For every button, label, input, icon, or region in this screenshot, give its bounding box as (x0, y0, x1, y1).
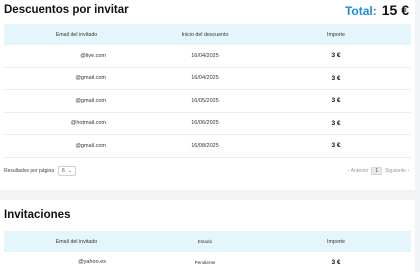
invitations-title: Invitaciones (4, 209, 71, 221)
row-amount: 3 € (331, 142, 341, 150)
invitations-table-header: Email del invitado Estado Importe (4, 231, 411, 252)
pagination: ‹ Anterior 1 Siguiente › (348, 167, 409, 175)
row-amount: 3 € (331, 52, 341, 60)
row-email: @yahoo.es (78, 259, 106, 265)
per-page-value: 6 (62, 168, 65, 174)
total-value: 15 € (381, 2, 409, 18)
row-date: 16/04/2025 (191, 75, 219, 82)
total-label: Total: (344, 4, 377, 18)
per-page-select[interactable]: 6 ⌄ (58, 166, 77, 176)
column-header-amount: Importe (327, 238, 345, 245)
row-amount: 3 € (331, 74, 341, 82)
per-page-control: Resultados por página 6 ⌄ (4, 166, 77, 176)
column-header-status: Estado (197, 239, 213, 244)
table-footer: Resultados por página 6 ⌄ ‹ Anterior 1 S… (4, 165, 409, 177)
row-date: 16/04/2025 (191, 52, 219, 59)
row-date: 16/08/2025 (191, 142, 219, 149)
table-row: @gmail.com 16/08/2025 3 € (4, 135, 411, 158)
pending-discounts-card: Descuentos por invitar Total: 15 € Email… (0, 0, 415, 190)
pending-table-body: @live.com 16/04/2025 3 € @gmail.com 16/0… (4, 45, 411, 158)
column-header-amount: Importe (327, 31, 345, 38)
row-email: @hotmail.com (70, 120, 106, 127)
invitations-card: Invitaciones Email del invitado Estado I… (0, 200, 415, 272)
row-email: @live.com (80, 52, 106, 59)
row-date: 16/06/2025 (191, 120, 219, 127)
row-amount: 3 € (331, 258, 341, 266)
table-row: @live.com 16/04/2025 3 € (4, 45, 411, 68)
page-number-button[interactable]: 1 (371, 167, 383, 175)
row-date: 16/05/2025 (191, 97, 219, 104)
invitations-table-body: @yahoo.es Pendiente 3 € (4, 252, 411, 272)
row-email: @gmail.com (75, 142, 106, 149)
chevron-down-icon: ⌄ (67, 168, 73, 174)
row-amount: 3 € (331, 97, 341, 105)
previous-page-button[interactable]: ‹ Anterior (348, 168, 368, 174)
column-header-start-date: Inicio del descuento (181, 31, 229, 38)
pending-table-header: Email del invitado Inicio del descuento … (4, 24, 411, 45)
per-page-label: Resultados por página (4, 168, 55, 174)
row-amount: 3 € (331, 119, 341, 127)
table-row: @hotmail.com 16/06/2025 3 € (4, 113, 411, 135)
total-summary: Total: 15 € (345, 2, 409, 18)
table-row: @gmail.com 16/05/2025 3 € (4, 90, 411, 113)
table-row: @yahoo.es Pendiente 3 € (4, 252, 411, 272)
column-header-email: Email del invitado (55, 31, 98, 38)
column-header-email: Email del invitado (55, 238, 98, 245)
pending-discounts-title: Descuentos por invitar (4, 4, 129, 16)
row-status: Pendiente (194, 259, 216, 265)
row-email: @gmail.com (75, 75, 106, 82)
row-email: @gmail.com (75, 97, 106, 104)
next-page-button[interactable]: Siguiente › (385, 168, 409, 174)
table-row: @gmail.com 16/04/2025 3 € (4, 68, 411, 90)
